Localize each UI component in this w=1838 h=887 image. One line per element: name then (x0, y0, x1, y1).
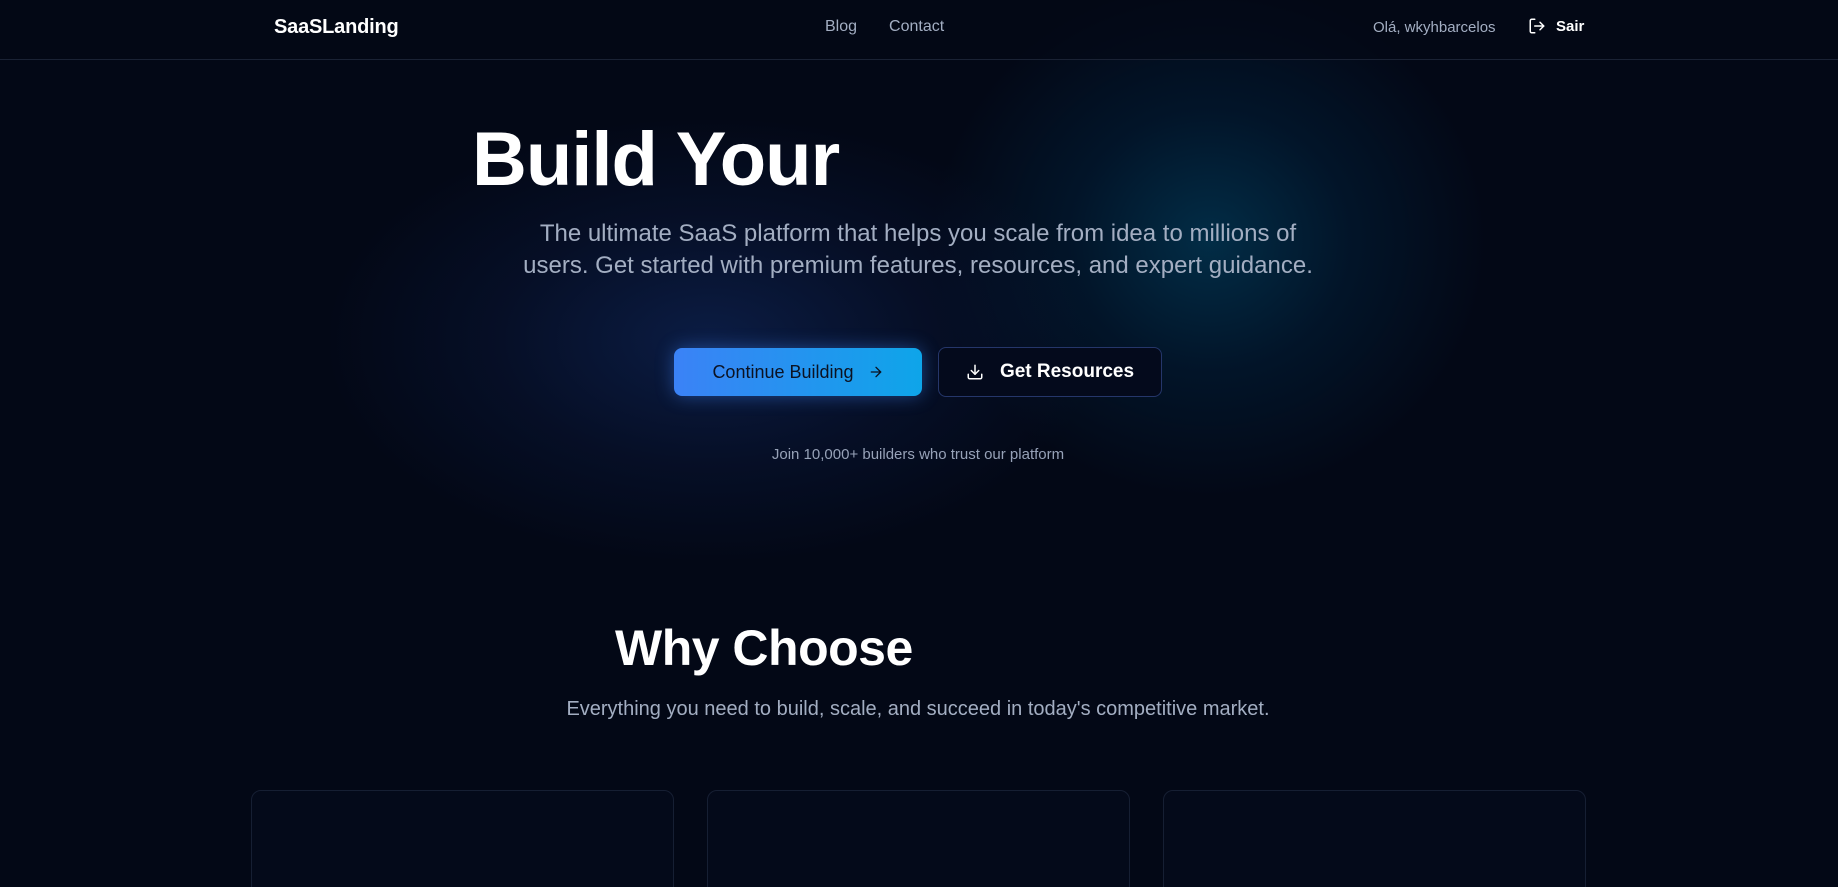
top-navbar: SaaSLanding Blog Contact Olá, wkyhbarcel… (0, 0, 1838, 60)
feature-card (1163, 790, 1586, 887)
hero-subtitle: The ultimate SaaS platform that helps yo… (523, 220, 1313, 279)
continue-building-label: Continue Building (712, 361, 854, 382)
feature-card (707, 790, 1130, 887)
main-nav: Blog Contact (825, 18, 944, 36)
nav-link-blog[interactable]: Blog (825, 18, 857, 36)
download-icon (967, 364, 983, 380)
logout-button[interactable]: Sair (1528, 17, 1584, 35)
trust-text: Join 10,000+ builders who trust our plat… (771, 446, 1065, 463)
features-subtitle: Everything you need to build, scale, and… (566, 698, 1270, 720)
get-resources-button[interactable]: Get Resources (938, 347, 1162, 397)
get-resources-label: Get Resources (999, 361, 1135, 382)
landing-page: SaaSLanding Blog Contact Olá, wkyhbarcel… (0, 0, 1838, 887)
feature-card (251, 790, 674, 887)
hero-title: Build Your (472, 117, 840, 202)
logo[interactable]: SaaSLanding (274, 16, 399, 39)
continue-building-button[interactable]: Continue Building (674, 348, 922, 396)
nav-link-contact[interactable]: Contact (889, 18, 944, 36)
features-title: Why Choose (615, 620, 913, 676)
arrow-right-icon (870, 366, 881, 378)
user-greeting: Olá, wkyhbarcelos (1373, 19, 1496, 36)
logout-icon (1529, 18, 1545, 34)
logout-label: Sair (1556, 17, 1585, 35)
